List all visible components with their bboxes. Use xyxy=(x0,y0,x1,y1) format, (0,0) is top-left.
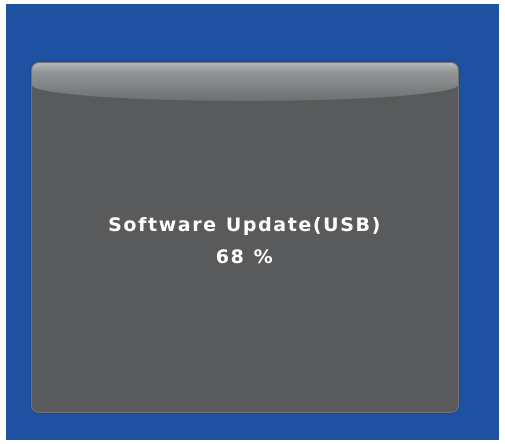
update-message: Software Update(USB) 68 % xyxy=(32,209,458,273)
dialog-header-bar xyxy=(32,63,458,101)
update-dialog: Software Update(USB) 68 % xyxy=(32,63,458,412)
update-title: Software Update(USB) xyxy=(108,214,382,236)
tv-screen-background: Software Update(USB) 68 % xyxy=(6,4,499,440)
update-progress-text: 68 % xyxy=(215,246,275,268)
